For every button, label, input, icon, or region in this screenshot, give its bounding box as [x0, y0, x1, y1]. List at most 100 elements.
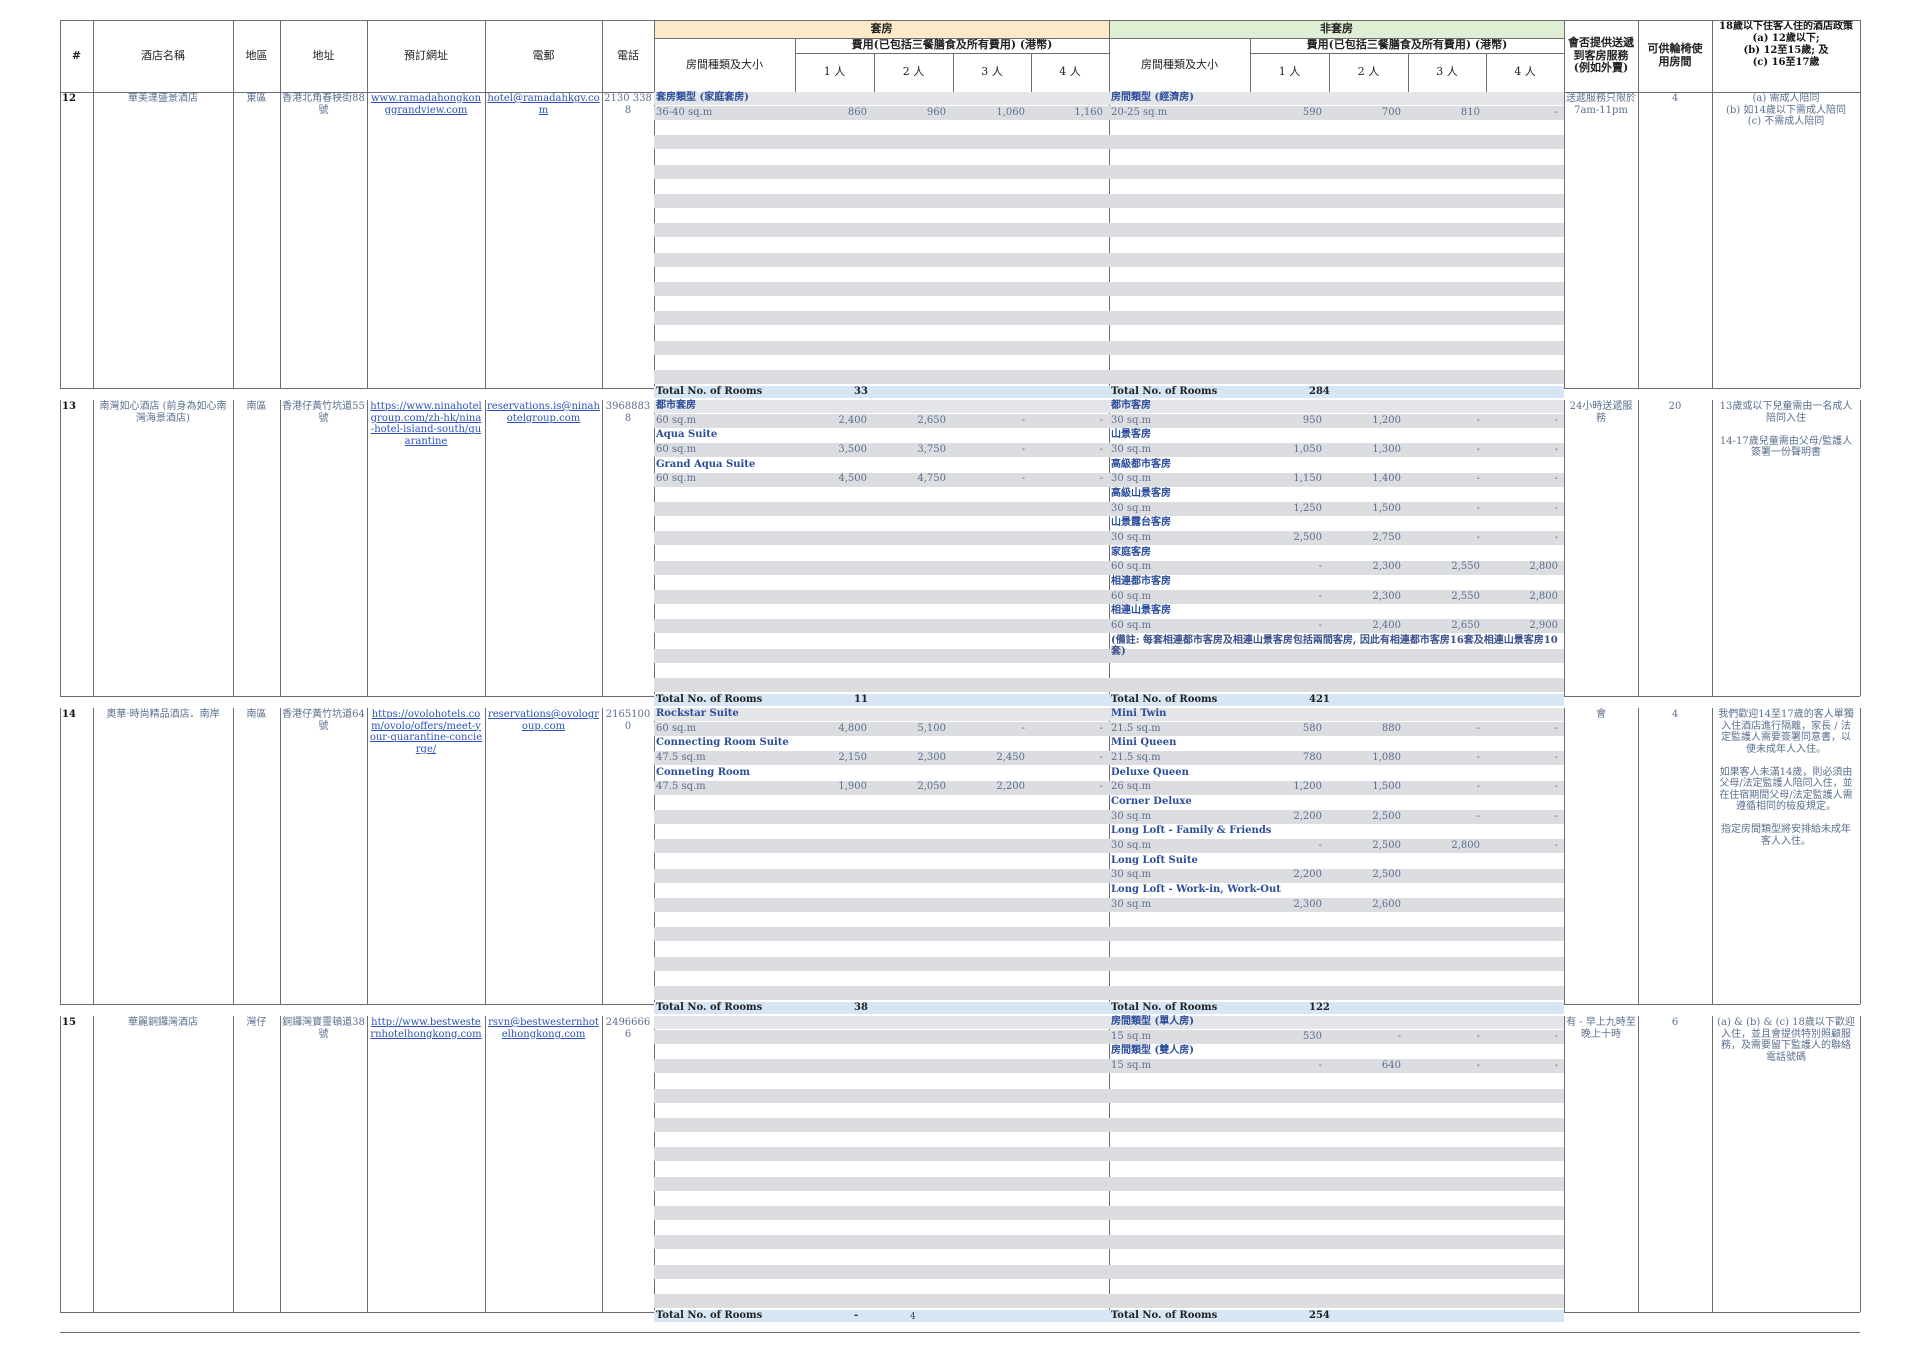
grid-vline	[1638, 708, 1639, 1004]
suite-price-p3: -	[1021, 444, 1025, 455]
non-suite-room-size: 60 sq.m	[1111, 590, 1152, 602]
booking-url-link[interactable]: www.ramadahongkonggrandview.com	[367, 92, 485, 117]
non-suite-price-p2: 640	[1381, 1060, 1401, 1071]
delivery-service: 24小時送遞服務	[1569, 401, 1633, 424]
non-suite-price-p2: 2,500	[1372, 810, 1401, 822]
grid-vline	[1860, 400, 1861, 696]
email-link[interactable]: hotel@ramadahkgv.com	[485, 92, 602, 117]
row-stripe	[654, 531, 1109, 546]
non-suite-price-p1: 1,050	[1293, 444, 1322, 455]
minor-policy: 13歲或以下兒童需由一名成人陪同入住 14-17歲兒童需由父母/監護人簽署一份聲…	[1719, 401, 1853, 458]
row-stripe	[654, 927, 1109, 942]
row-stripe	[654, 252, 1109, 267]
booking-url-link[interactable]: http://www.bestwesternhotelhongkong.com	[367, 1016, 485, 1041]
suite-price-p4: -	[1099, 752, 1103, 763]
suite-price-p2: 2,650	[917, 414, 946, 426]
non-suite-room-name: 家庭客房	[1111, 546, 1151, 558]
grid-vline	[1564, 92, 1565, 388]
non-suite-price-p1: -	[1318, 590, 1322, 602]
suite-room-size: 47.5 sq.m	[656, 781, 706, 793]
non-suite-price-p4: -	[1554, 1060, 1558, 1071]
suite-total-label: Total No. of Rooms	[656, 1310, 763, 1321]
non-suite-price-p3: -	[1476, 1030, 1480, 1042]
grid-vline	[93, 92, 94, 388]
suite-price-p4: 1,160	[1074, 106, 1103, 118]
row-stripe	[1109, 252, 1564, 267]
row-stripe	[654, 1176, 1109, 1191]
non-suite-price-p3: -	[1476, 532, 1480, 544]
row-stripe	[1109, 223, 1564, 238]
row-stripe	[654, 560, 1109, 575]
grid-hline	[1250, 53, 1564, 54]
non-suite-total-value: 284	[1309, 386, 1330, 397]
non-suite-price-p2: 1,500	[1372, 502, 1401, 514]
suite-room-name: Connecting Room Suite	[656, 737, 789, 749]
non-suite-price-p3: -	[1476, 781, 1480, 793]
email-link[interactable]: rsvn@bestwesternhotelhongkong.com	[485, 1016, 602, 1041]
non-suite-price-p2: 2,750	[1372, 532, 1401, 544]
non-suite-room-name: 都市客房	[1111, 400, 1151, 411]
suite-price-p3: -	[1021, 414, 1025, 426]
row-stripe	[1109, 956, 1564, 971]
non-suite-price-p1: 2,300	[1293, 898, 1322, 910]
suite-room-size: 60 sq.m	[656, 722, 697, 734]
booking-url-link[interactable]: https://www.ninahotelgroup.com/zh-hk/nin…	[367, 400, 485, 448]
grid-hline	[60, 20, 1860, 21]
suite-total-value: 11	[854, 694, 868, 705]
non-suite-room-size: 21.5 sq.m	[1111, 752, 1161, 763]
suite-price-p4: -	[1099, 781, 1103, 793]
row-stripe	[654, 839, 1109, 854]
suite-price-p1: 3,500	[838, 444, 867, 455]
hotel-district: 南區	[246, 401, 267, 412]
header-non-roomtype: 房間種類及大小	[1141, 57, 1218, 71]
hotel-address: 香港仔黃竹坑道64號	[282, 709, 365, 732]
non-suite-price-p4: -	[1554, 502, 1558, 514]
email-link[interactable]: reservations@ovologroup.com	[485, 708, 602, 733]
row-stripe	[1109, 678, 1564, 693]
hotel-district: 灣仔	[246, 1017, 267, 1028]
suite-price-p3: -	[1021, 722, 1025, 734]
header-phone: 電話	[617, 48, 639, 62]
row-stripe	[1109, 282, 1564, 297]
grid-vline	[1860, 1016, 1861, 1312]
non-suite-price-p2: 1,500	[1372, 781, 1401, 793]
non-suite-room-size: 30 sq.m	[1111, 502, 1152, 514]
suite-total: Total No. of Rooms -	[654, 1310, 1109, 1322]
non-suite-room-size: 30 sq.m	[1111, 532, 1152, 544]
non-suite-price-p4: -	[1554, 722, 1558, 734]
row-stripe	[654, 590, 1109, 605]
hotel-phone: 2130 3388	[604, 93, 652, 116]
grid-vline	[280, 400, 281, 696]
row-stripe	[1109, 708, 1564, 721]
email-link[interactable]: reservations.is@ninahotelgroup.com	[485, 400, 602, 425]
booking-url-link[interactable]: https://ovolohotels.com/ovolo/offers/mee…	[367, 708, 485, 756]
non-suite-room-name: 房間類型 (單人房)	[1111, 1016, 1194, 1027]
row-stripe	[654, 164, 1109, 179]
grid-vline	[280, 1016, 281, 1312]
suite-price-p2: 5,100	[917, 722, 946, 734]
non-suite-price-p1: -	[1318, 1060, 1322, 1071]
non-suite-price-p1: 590	[1302, 106, 1322, 118]
non-suite-price-p3: -	[1476, 722, 1480, 734]
suite-total-label: Total No. of Rooms	[656, 694, 763, 705]
grid-vline	[485, 1016, 486, 1312]
grid-vline	[953, 53, 954, 92]
header-suite-p3: 3 人	[981, 65, 1003, 79]
non-suite-total-label: Total No. of Rooms	[1111, 694, 1218, 705]
row-stripe	[1109, 986, 1564, 1001]
row-stripe	[654, 194, 1109, 209]
suite-price-p1: 2,150	[838, 752, 867, 763]
non-suite-price-p3: -	[1476, 1060, 1480, 1071]
non-suite-price-p1: 580	[1302, 722, 1322, 734]
hotel-address: 香港仔黃竹坑道55號	[282, 401, 365, 424]
header-name: 酒店名稱	[141, 48, 185, 62]
grid-vline	[1250, 38, 1251, 92]
row-stripe	[1109, 370, 1564, 385]
delivery-service: 會	[1596, 709, 1606, 720]
row-stripe	[654, 1235, 1109, 1250]
grid-vline	[485, 92, 486, 388]
suite-price-p4: -	[1099, 473, 1103, 485]
grid-vline	[93, 1016, 94, 1312]
non-suite-room-name: 高級都市客房	[1111, 458, 1171, 470]
suite-total-value: 33	[854, 386, 868, 397]
